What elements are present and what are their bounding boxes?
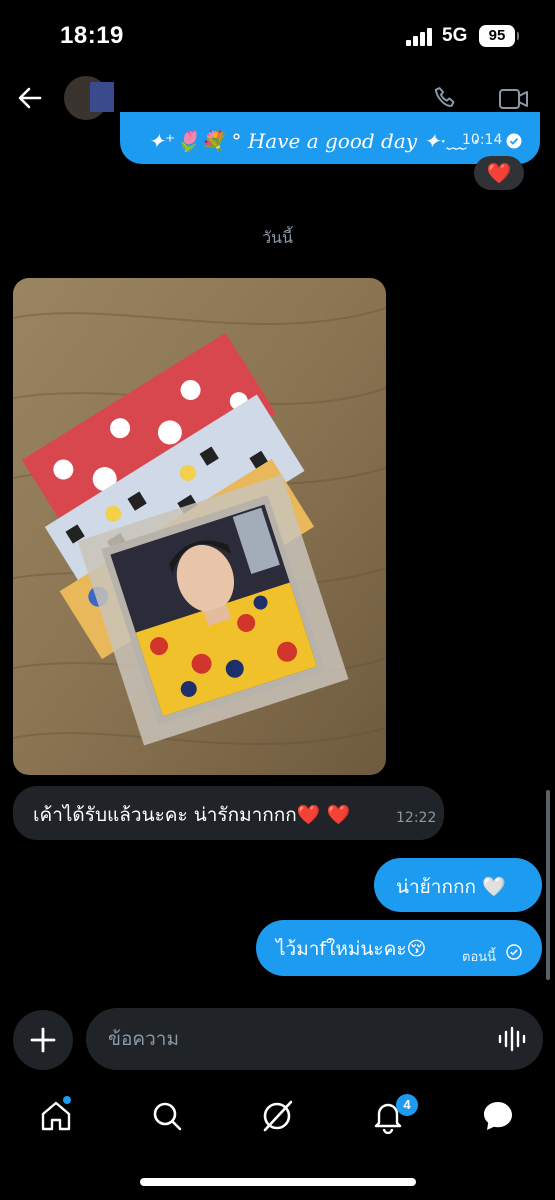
message-bubble-outgoing[interactable]: ไว้มาfใหม่นะคะ😚 ตอนนี้: [256, 920, 542, 976]
network-type: 5G: [442, 25, 468, 46]
scrollbar[interactable]: [546, 790, 550, 980]
phone-icon[interactable]: [432, 84, 460, 112]
reaction-badge[interactable]: ❤️: [474, 156, 524, 190]
message-bubble-incoming[interactable]: เค้าได้รับแล้วนะคะ น่ารักมากกก❤️ ❤️ 12:2…: [13, 786, 444, 840]
messages-icon[interactable]: [480, 1098, 516, 1134]
message-input[interactable]: [86, 1008, 543, 1070]
status-bar: 18:19 5G 95: [0, 0, 555, 72]
search-icon[interactable]: [149, 1098, 185, 1134]
home-indicator[interactable]: [140, 1178, 416, 1186]
video-camera-icon[interactable]: [498, 86, 530, 112]
home-unread-dot: [63, 1096, 71, 1104]
back-arrow-icon[interactable]: [14, 82, 46, 114]
notifications-badge: 4: [396, 1094, 418, 1116]
message-text: ✦⁺🌷💐 ° Have a good day ✦·﹏ ·: [148, 129, 480, 153]
message-bubble-outgoing[interactable]: ✦⁺🌷💐 ° Have a good day ✦·﹏ · 10:14: [120, 112, 540, 164]
message-timestamp: 10:14: [462, 132, 503, 148]
battery-icon: 95: [479, 25, 519, 47]
message-timestamp: 12:22: [396, 810, 437, 826]
status-time: 18:19: [60, 22, 124, 49]
cellular-signal-icon: [406, 28, 436, 46]
message-timestamp: ตอนนี้: [462, 950, 497, 965]
plus-icon: [30, 1027, 56, 1053]
add-attachment-button[interactable]: [13, 1010, 73, 1070]
read-check-icon: [506, 133, 522, 149]
message-bubble-outgoing[interactable]: น่าย้ากกก 🤍: [374, 858, 542, 912]
message-text: ไว้มาfใหม่นะคะ😚: [276, 938, 427, 960]
photo-message[interactable]: [13, 278, 386, 775]
voice-message-icon[interactable]: [497, 1025, 527, 1053]
avatar[interactable]: [64, 76, 116, 120]
date-separator: วันนี้: [262, 228, 293, 247]
grok-icon[interactable]: [259, 1098, 295, 1134]
sent-check-icon: [506, 944, 522, 960]
message-text: น่าย้ากกก 🤍: [396, 876, 506, 898]
message-text: เค้าได้รับแล้วนะคะ น่ารักมากกก❤️ ❤️: [33, 804, 351, 826]
